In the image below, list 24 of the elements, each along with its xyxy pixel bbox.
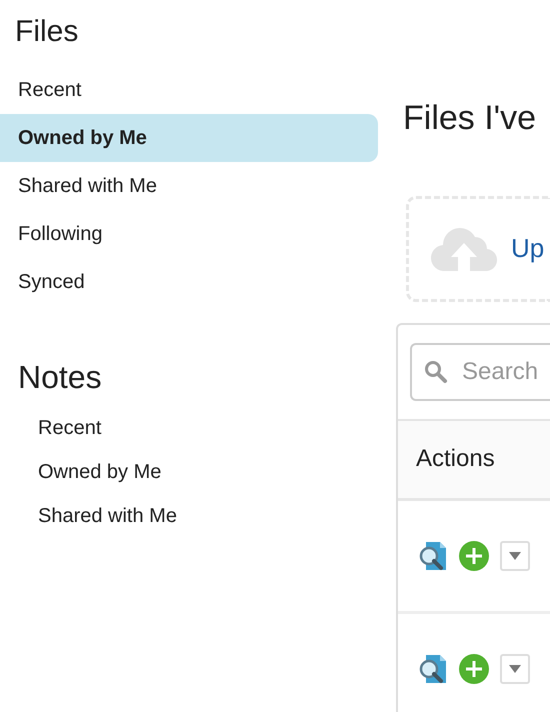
notes-item[interactable]: Shared with Me (0, 494, 378, 538)
sidebar-title: Files (15, 14, 80, 50)
notes-item[interactable]: Owned by Me (0, 450, 378, 494)
sidebar-item[interactable]: Recent (0, 66, 378, 114)
column-header: Actions (416, 444, 495, 474)
notes-item[interactable]: Recent (0, 406, 378, 450)
caret-icon (509, 664, 521, 673)
add-icon[interactable] (458, 652, 490, 685)
page-heading: Files I've (403, 98, 538, 139)
search-field[interactable]: Search (410, 342, 550, 401)
notes-title: Notes (18, 358, 103, 396)
dropdown-button[interactable] (500, 540, 530, 571)
preview-icon[interactable] (418, 540, 448, 572)
sidebar-item[interactable]: Following (0, 210, 378, 258)
sidebar-item[interactable]: Shared with Me (0, 162, 378, 210)
sidebar-item[interactable]: Owned by Me (0, 114, 378, 162)
search-icon (424, 360, 448, 384)
cloud-upload-icon (431, 226, 497, 271)
add-icon[interactable] (458, 540, 490, 572)
upload-link[interactable]: Up (511, 229, 544, 268)
dropdown-button[interactable] (500, 654, 530, 684)
caret-icon (509, 552, 521, 560)
sidebar-item[interactable]: Synced (0, 258, 378, 306)
preview-icon[interactable] (418, 652, 448, 685)
